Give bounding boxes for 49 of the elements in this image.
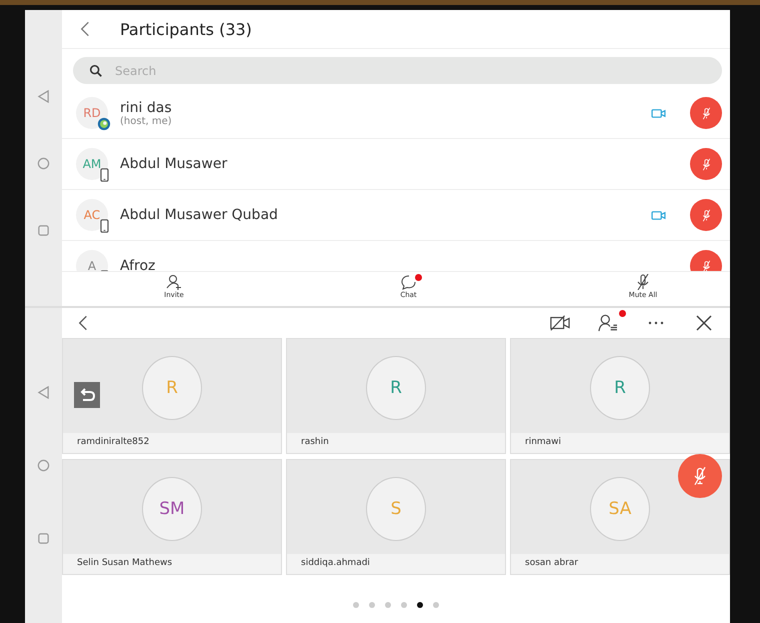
avatar-initials: R [166,378,178,398]
participants-icon[interactable] [598,314,618,332]
participant-name: rinmawi [511,433,729,453]
page-dot[interactable] [353,602,359,608]
page-dot[interactable] [369,602,375,608]
avatar-initials: R [614,378,626,398]
undo-button-icon[interactable] [74,382,100,408]
page-dot[interactable] [385,602,391,608]
page-dot[interactable] [433,602,439,608]
mic-muted-button[interactable] [690,148,722,180]
avatar-initials: AC [84,208,100,222]
avatar-initials: S [390,499,402,519]
participant-name: Selin Susan Mathews [63,554,281,574]
participant-name: siddiqa.ahmadi [287,554,505,574]
participant-name: rashin [287,433,505,453]
page-dot[interactable] [401,602,407,608]
back-icon[interactable] [80,20,90,38]
participant-name: Abdul Musawer [120,156,228,172]
phone-badge-icon [100,168,109,182]
home-nav-icon[interactable] [37,459,50,472]
participant-name: Afroz [120,258,156,271]
avatar-initials: AM [82,157,102,171]
camera-off-icon[interactable] [550,314,570,332]
search-field[interactable]: Search [73,57,722,84]
participant-name: sosan abrar [511,554,729,574]
mic-muted-button[interactable] [690,97,722,129]
avatar-initials: R [390,378,402,398]
participant-name: rini das [120,100,173,116]
close-icon[interactable] [694,314,714,332]
mic-muted-button[interactable] [690,199,722,231]
participant-name: ramdiniralte852 [63,433,281,453]
recents-nav-icon[interactable] [37,532,50,545]
avatar-initials: SA [608,499,632,519]
add-person-icon [166,274,182,290]
back-nav-icon[interactable] [37,90,50,102]
recents-nav-icon[interactable] [37,224,50,236]
phone-badge-icon [100,219,109,233]
back-icon[interactable] [78,314,88,332]
avatar-initials: SM [159,499,185,519]
home-nav-icon[interactable] [37,156,50,170]
back-nav-icon[interactable] [37,386,50,399]
participant-role: (host, me) [120,116,173,126]
mic-muted-icon [635,274,651,290]
avatar-initials: RD [83,106,101,120]
participant-name: Abdul Musawer Qubad [120,207,279,223]
chat-bubble-icon [400,274,416,290]
panel-title: Participants (33) [120,20,252,38]
page-dot[interactable] [417,602,423,608]
avatar-initials: A [88,259,96,271]
